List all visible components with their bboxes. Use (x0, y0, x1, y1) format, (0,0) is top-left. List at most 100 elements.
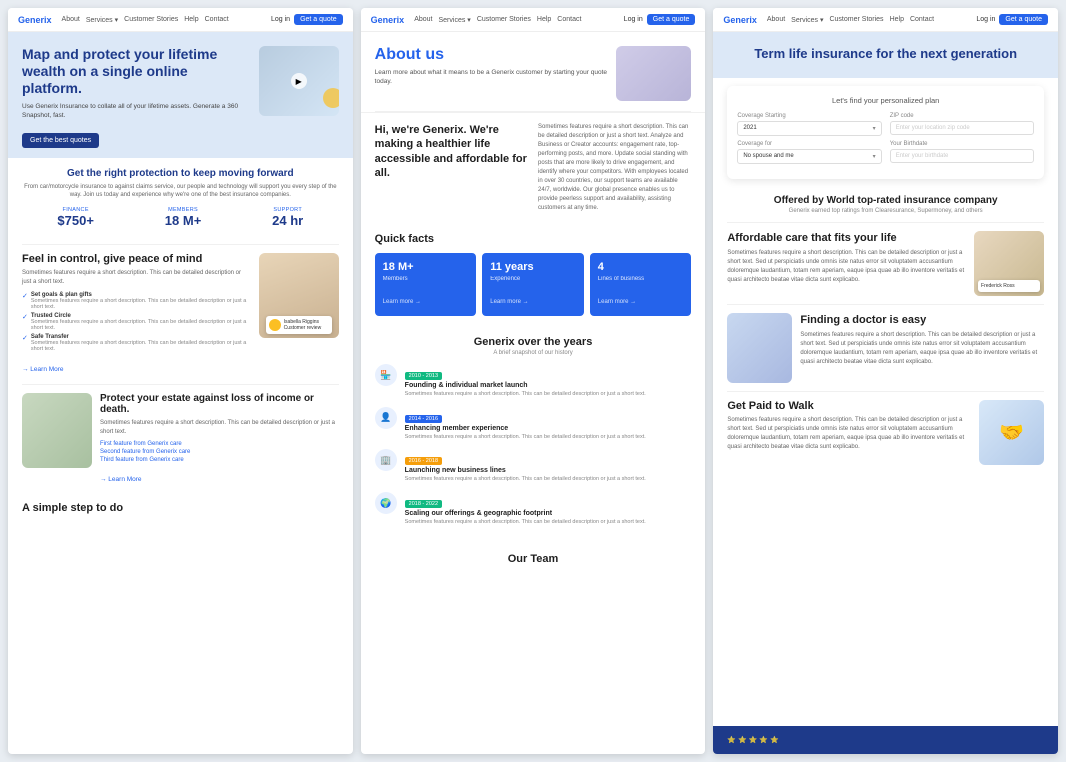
nav-1: Generix About Services ▾ Customer Storie… (8, 8, 353, 32)
feel-card-avatar-1 (269, 319, 281, 331)
nav-cta-2[interactable]: Get a quote (647, 14, 696, 25)
nav-login-2[interactable]: Log in (624, 16, 643, 23)
nav-items-3: About Services ▾ Customer Stories Help C… (767, 16, 970, 24)
form-input-coverage-starting[interactable]: 2021 ▾ (737, 121, 881, 136)
yellow-shape-1 (323, 88, 339, 108)
play-icon-1[interactable]: ▶ (291, 73, 307, 89)
stat-members: MEMBERS 18 M+ (165, 207, 202, 228)
feel-text-1: Feel in control, give peace of mind Some… (22, 253, 251, 376)
ratings-desc-3: Generix earned top ratings from Clearesu… (727, 208, 1044, 214)
nav-cta-1[interactable]: Get a quote (294, 14, 343, 25)
form-input-zip[interactable]: Enter your location zip code (890, 121, 1034, 135)
hero-title-1: Map and protect your lifetime wealth on … (22, 46, 251, 96)
about-hero-2: About us Learn more about what it means … (361, 32, 706, 111)
nav-item-services-2[interactable]: Services ▾ (439, 16, 471, 24)
nav-item-about-2[interactable]: About (414, 16, 432, 24)
about-subtitle-2: Learn more about what it means to be a G… (375, 68, 609, 86)
nav-actions-2: Log in Get a quote (624, 14, 696, 25)
paid-text-3: Get Paid to Walk Sometimes features requ… (727, 400, 971, 465)
timeline-year-2: 2014 - 2016 (405, 415, 442, 423)
form-label-coverage-for: Coverage for (737, 141, 881, 147)
nav-item-help-3[interactable]: Help (890, 16, 904, 24)
nav-items-1: About Services ▾ Customer Stories Help C… (62, 16, 265, 24)
hi-left-2: Hi, we're Generix. We're making a health… (375, 123, 528, 213)
form-placeholder-zip: Enter your location zip code (896, 125, 970, 131)
nav-item-contact-1[interactable]: Contact (205, 16, 229, 24)
paid-image-3: 🤝 (979, 400, 1044, 465)
nav-item-stories-1[interactable]: Customer Stories (124, 16, 178, 24)
form-input-coverage-for[interactable]: No spouse and me ▾ (737, 149, 881, 164)
feel-card-text-1: Isabella Riggins Customer review (284, 319, 322, 331)
hi-right-2: Sometimes features require a short descr… (538, 123, 691, 213)
affordable-card-name: Frederick Ross (981, 283, 1037, 289)
timeline-item-4: 🌍 2018 - 2022 Scaling our offerings & ge… (375, 492, 692, 527)
finding-section-3: Finding a doctor is easy Sometimes featu… (713, 305, 1058, 391)
nav-item-stories-3[interactable]: Customer Stories (829, 16, 883, 24)
nav-login-1[interactable]: Log in (271, 16, 290, 23)
timeline-year-4: 2018 - 2022 (405, 500, 442, 508)
nav-item-about-3[interactable]: About (767, 16, 785, 24)
about-title-2: About us (375, 46, 609, 64)
feel-item-2-desc: Sometimes features require a short descr… (31, 319, 251, 331)
nav-actions-3: Log in Get a quote (976, 14, 1048, 25)
nav-item-help-2[interactable]: Help (537, 16, 551, 24)
ratings-section-3: Offered by World top-rated insurance com… (713, 187, 1058, 222)
protect-feature-3: Third feature from Generix care (100, 457, 339, 463)
fact-link-business[interactable]: Learn more → (598, 299, 636, 305)
generix-years-subtitle: A brief snapshot of our history (375, 350, 692, 356)
stats-row-1: FINANCE $750+ MEMBERS 18 M+ SUPPORT 24 h… (22, 207, 339, 228)
nav-item-contact-2[interactable]: Contact (557, 16, 581, 24)
stats-title-1: Get the right protection to keep moving … (22, 168, 339, 179)
timeline-content-3: 2016 - 2018 Launching new business lines… (405, 449, 692, 484)
nav-item-help-1[interactable]: Help (184, 16, 198, 24)
form-row-1: Coverage Starting 2021 ▾ ZIP code Enter … (737, 113, 1034, 136)
plan-form-3: Let's find your personalized plan Covera… (727, 86, 1044, 179)
hero-cta-button-1[interactable]: Get the best quotes (22, 133, 99, 148)
finding-title-3: Finding a doctor is easy (800, 313, 1044, 327)
affordable-section-3: Affordable care that fits your life Some… (713, 223, 1058, 304)
paid-title-3: Get Paid to Walk (727, 400, 971, 412)
nav-item-about-1[interactable]: About (62, 16, 80, 24)
timeline-title-3: Launching new business lines (405, 467, 692, 474)
stat-members-value: 18 M+ (165, 213, 202, 228)
nav-logo-1: Generix (18, 15, 52, 25)
nav-item-services-1[interactable]: Services ▾ (86, 16, 118, 24)
fact-label-business: Lines of business (598, 276, 684, 282)
fact-link-experience[interactable]: Learn more → (490, 299, 528, 305)
timeline-icon-3: 🏢 (375, 449, 397, 471)
form-group-coverage-starting: Coverage Starting 2021 ▾ (737, 113, 881, 136)
feel-item-1: Set goals & plan gifts Sometimes feature… (22, 292, 251, 310)
nav-item-services-3[interactable]: Services ▾ (791, 16, 823, 24)
timeline-year-1: 2010 - 2013 (405, 372, 442, 380)
plan-form-title-3: Let's find your personalized plan (737, 96, 1034, 105)
nav-items-2: About Services ▾ Customer Stories Help C… (414, 16, 617, 24)
form-placeholder-birthdate: Enter your birthdate (896, 153, 949, 159)
feel-list-1: Set goals & plan gifts Sometimes feature… (22, 292, 251, 352)
feel-learn-more-1[interactable]: → Learn More (22, 366, 64, 373)
paid-section-3: Get Paid to Walk Sometimes features requ… (713, 392, 1058, 473)
protect-title-1: Protect your estate against loss of inco… (100, 393, 339, 415)
nav-item-stories-2[interactable]: Customer Stories (477, 16, 531, 24)
dropdown-arrow-1: ▾ (873, 125, 876, 132)
feel-item-2: Trusted Circle Sometimes features requir… (22, 313, 251, 331)
nav-item-contact-3[interactable]: Contact (910, 16, 934, 24)
nav-cta-3[interactable]: Get a quote (999, 14, 1048, 25)
form-label-birthdate: Your Birthdate (890, 141, 1034, 147)
about-text-2: About us Learn more about what it means … (375, 46, 609, 101)
fact-card-members: 18 M+ Members Learn more → (375, 253, 477, 316)
nav-login-3[interactable]: Log in (976, 16, 995, 23)
timeline-item-1: 🏪 2010 - 2013 Founding & individual mark… (375, 364, 692, 399)
generix-years-2: Generix over the years A brief snapshot … (361, 326, 706, 545)
fact-link-members[interactable]: Learn more → (383, 299, 421, 305)
protect-desc-1: Sometimes features require a short descr… (100, 419, 339, 436)
timeline-desc-2: Sometimes features require a short descr… (405, 434, 692, 442)
protect-feature-1: First feature from Generix care (100, 441, 339, 447)
form-input-birthdate[interactable]: Enter your birthdate (890, 149, 1034, 163)
quick-facts-title-2: Quick facts (375, 233, 692, 245)
fact-value-business: 4 (598, 261, 684, 273)
stat-finance: FINANCE $750+ (57, 207, 94, 228)
generix-years-title: Generix over the years (375, 336, 692, 348)
protect-learn-more[interactable]: → Learn More (100, 476, 142, 483)
feel-card-subtitle: Customer review (284, 325, 322, 331)
our-team-section: Our Team (361, 545, 706, 569)
